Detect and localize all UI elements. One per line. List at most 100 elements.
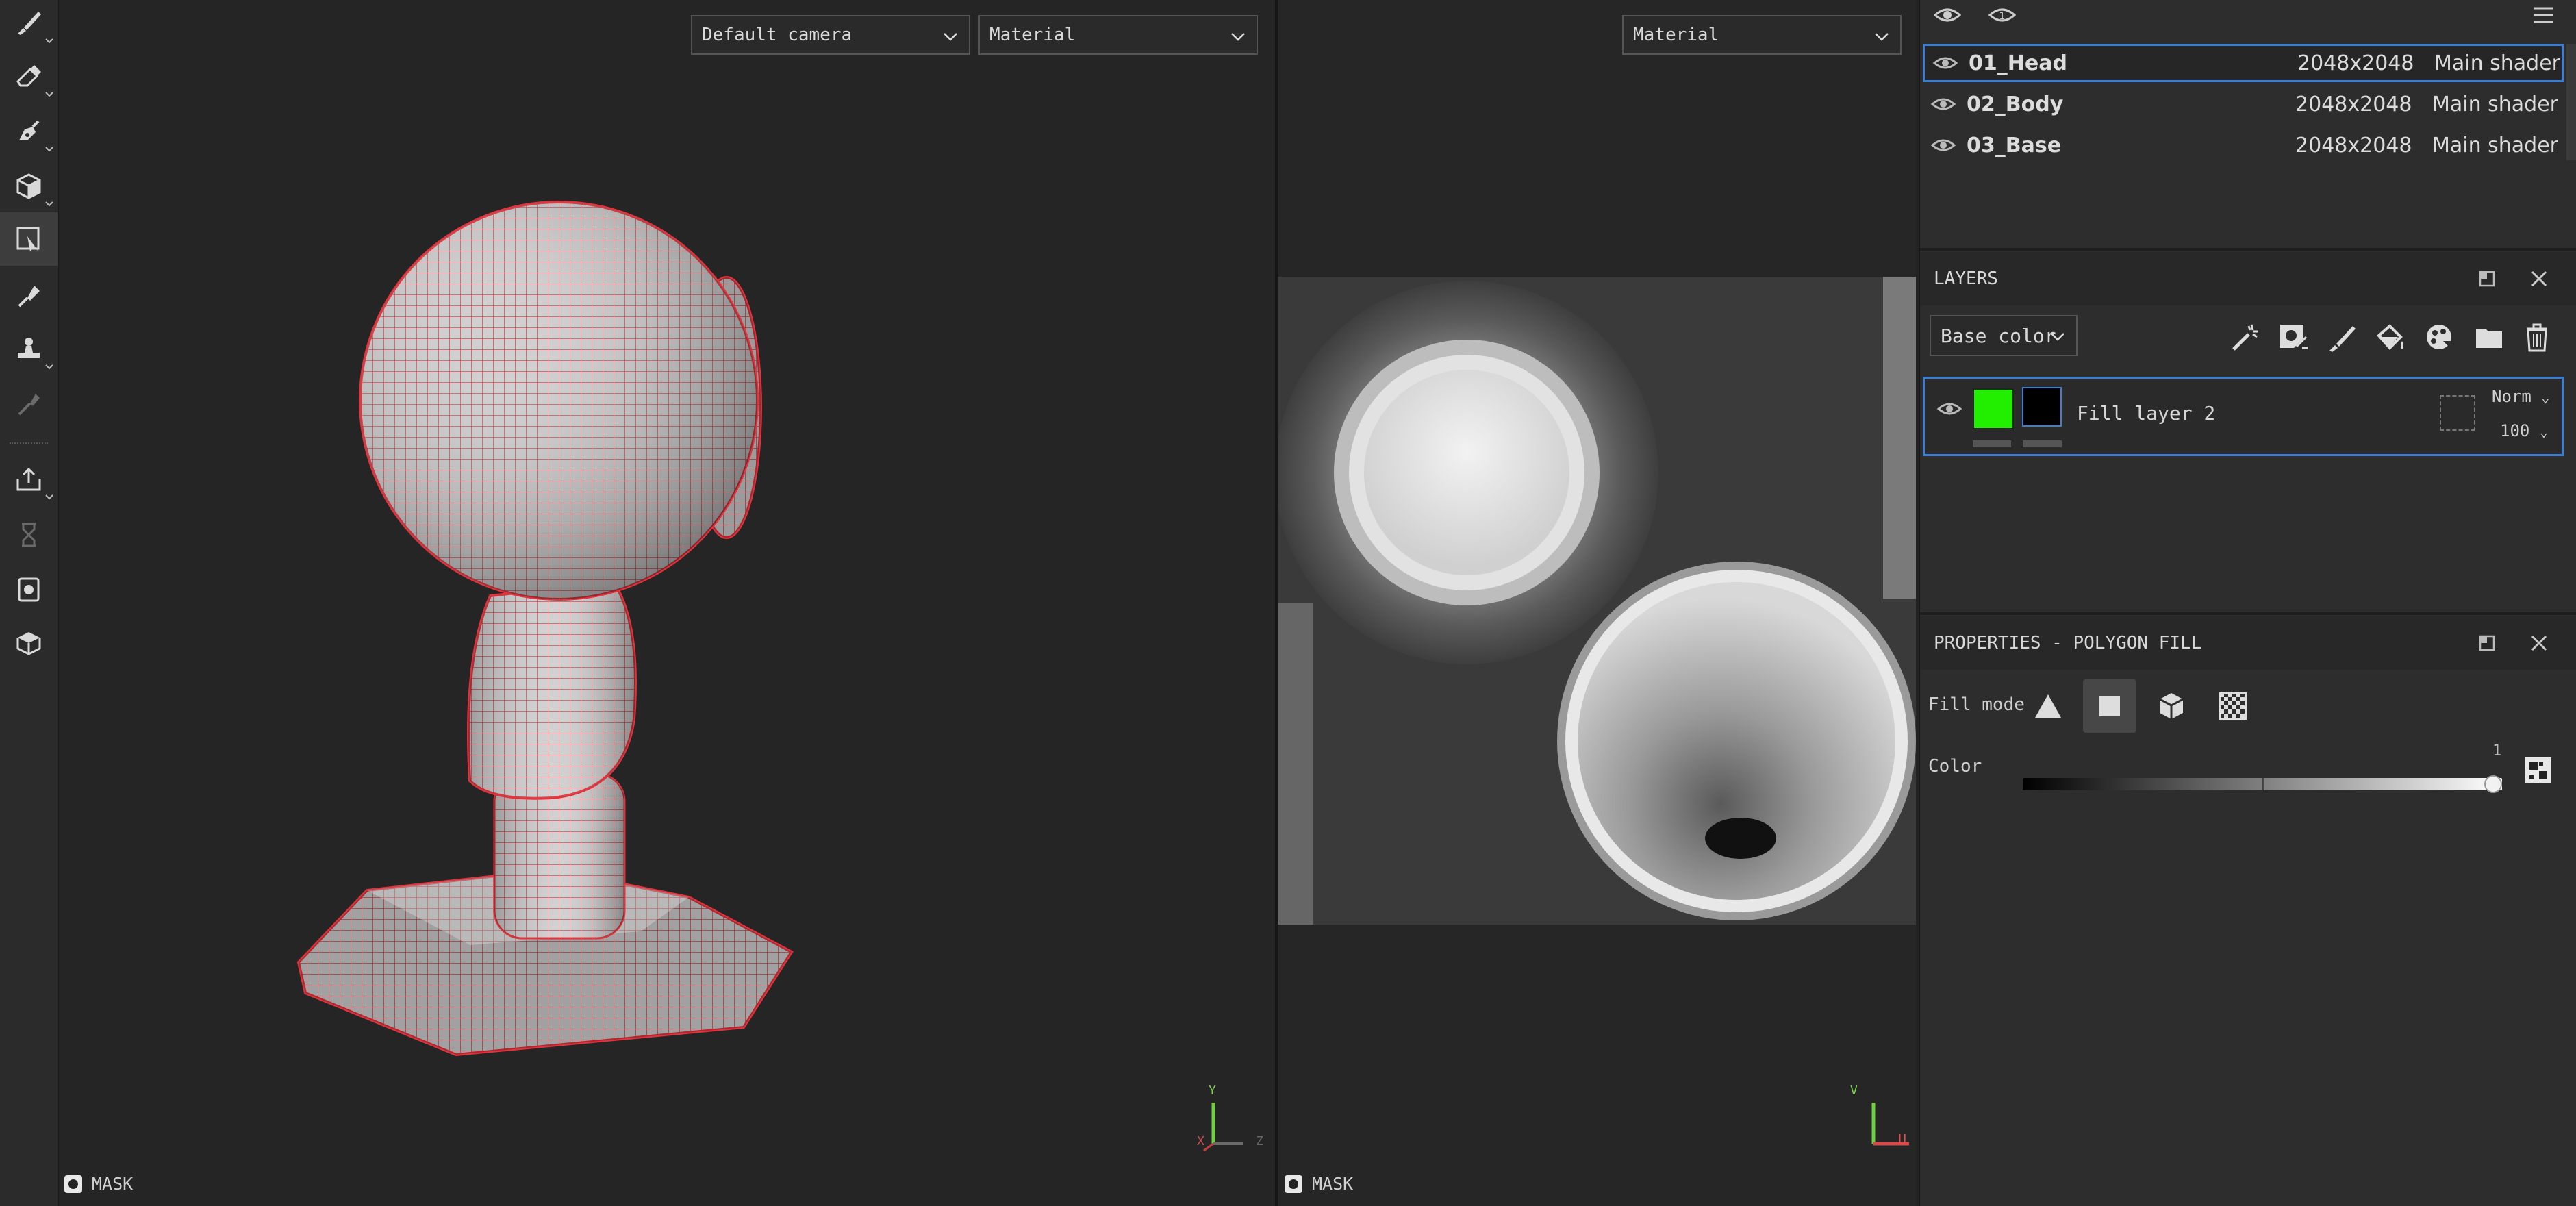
mask-toggle-3d[interactable]: MASK	[64, 1174, 133, 1194]
triangle-icon	[2035, 694, 2061, 718]
viewport-2d[interactable]: Material V U MASK	[1278, 0, 1916, 1206]
smudge-icon[interactable]	[0, 268, 58, 322]
axis-u-label: U	[1898, 1131, 1907, 1148]
add-folder-icon[interactable]	[2472, 321, 2506, 355]
blend-mode-dropdown[interactable]: Norm ⌄	[2492, 387, 2549, 406]
paint-brush-icon[interactable]	[0, 0, 58, 49]
add-effect-icon[interactable]	[2423, 321, 2457, 355]
close-icon[interactable]	[2527, 266, 2551, 291]
fill-mode-triangle-button[interactable]	[2021, 679, 2075, 733]
undock-icon[interactable]	[2475, 266, 2499, 291]
svg-text:1: 1	[1999, 11, 2006, 22]
eye-icon[interactable]	[1936, 395, 1963, 423]
viewport-2d-mode-label: Material	[1633, 25, 1719, 45]
channel-dropdown-label: Base color	[1941, 324, 2056, 347]
chevron-down-icon	[1875, 33, 1889, 41]
chevron-down-icon	[944, 33, 957, 41]
shelf-icon[interactable]	[0, 616, 58, 670]
mask-label-3d: MASK	[92, 1174, 134, 1194]
mask-label-2d: MASK	[1312, 1174, 1354, 1194]
projection-icon[interactable]	[0, 104, 58, 158]
properties-title: PROPERTIES - POLYGON FILL	[1934, 633, 2202, 653]
uv-texture-view	[1278, 277, 1916, 925]
fill-mode-label: Fill mode	[1928, 694, 2025, 715]
texture-set-resolution: 2048x2048	[2295, 133, 2412, 158]
layer-mask-thumbnail[interactable]	[2022, 387, 2062, 427]
texture-set-name: 03_Base	[1967, 133, 2062, 158]
fill-mode-uv-chunk-button[interactable]	[2206, 679, 2260, 733]
layers-title: LAYERS	[1934, 268, 1998, 289]
delete-icon[interactable]	[2520, 321, 2554, 355]
layers-header: LAYERS	[1920, 252, 2576, 305]
texture-set-row[interactable]: 03_Base 2048x2048 Main shader	[1923, 126, 2564, 164]
panel-divider	[1920, 248, 2576, 251]
layer-color-thumbnail[interactable]	[1973, 388, 2014, 429]
channel-dropdown[interactable]: Base color	[1930, 315, 2078, 356]
color-slider-handle[interactable]	[2484, 775, 2502, 793]
cube-icon	[2159, 693, 2184, 719]
panel-divider	[1920, 612, 2576, 615]
color-picker-icon[interactable]	[2524, 756, 2553, 785]
color-slider-midmark	[2262, 778, 2264, 790]
chevron-down-icon	[1231, 33, 1245, 41]
layer-mask-slot[interactable]	[2440, 395, 2475, 431]
add-paint-layer-icon[interactable]	[2325, 321, 2360, 355]
mask-toggle-2d[interactable]: MASK	[1285, 1174, 1353, 1194]
texture-set-name: 02_Body	[1967, 92, 2064, 116]
checker-icon	[2219, 692, 2247, 720]
magic-wand-icon[interactable]	[2228, 321, 2262, 355]
viewport-2d-mode-dropdown[interactable]: Material	[1622, 15, 1902, 55]
eye-icon[interactable]	[1930, 90, 1957, 118]
mask-icon	[1285, 1174, 1302, 1193]
render-icon[interactable]	[0, 563, 58, 616]
geometry-mask-icon[interactable]	[0, 159, 58, 212]
axis-x-label: X	[1197, 1134, 1204, 1148]
axis-v-label: V	[1850, 1083, 1858, 1098]
fill-mode-quad-button[interactable]	[2083, 679, 2136, 733]
add-fill-layer-icon[interactable]	[2373, 321, 2408, 355]
camera-dropdown[interactable]: Default camera	[691, 15, 970, 55]
undock-icon[interactable]	[2475, 631, 2499, 655]
eraser-icon[interactable]	[0, 49, 58, 103]
layer-row[interactable]: Fill layer 2 Norm ⌄ 100 ⌄	[1923, 377, 2564, 456]
polygon-fill-icon[interactable]	[0, 212, 58, 266]
texture-set-row[interactable]: 01_Head 2048x2048 Main shader	[1923, 44, 2564, 82]
solo-visibility-icon[interactable]: 1	[1987, 1, 2017, 29]
chevron-down-icon	[2051, 333, 2064, 341]
axis-z-label: Z	[1256, 1134, 1263, 1148]
bake-icon[interactable]	[0, 508, 58, 562]
export-icon[interactable]	[0, 452, 58, 505]
texture-set-shader: Main shader	[2432, 92, 2559, 116]
tool-bar	[0, 0, 59, 1206]
add-mask-icon[interactable]	[2276, 321, 2310, 355]
color-label: Color	[1928, 756, 1982, 777]
chevron-down-icon: ⌄	[2539, 423, 2548, 440]
eye-icon[interactable]	[1932, 49, 1959, 77]
opacity-dropdown[interactable]: 100 ⌄	[2500, 421, 2548, 440]
viewport-3d-mode-dropdown[interactable]: Material	[978, 15, 1258, 55]
texture-set-row[interactable]: 02_Body 2048x2048 Main shader	[1923, 85, 2564, 123]
texture-set-resolution: 2048x2048	[2297, 51, 2414, 75]
chevron-down-icon: ⌄	[2541, 389, 2550, 405]
toolbar-divider	[10, 442, 48, 445]
axis-gizmo-3d	[1203, 1103, 1243, 1152]
texture-set-shader: Main shader	[2434, 51, 2561, 75]
right-panel: 1 01_Head 2048x2048 Main shader 02_Body …	[1919, 0, 2576, 1206]
clone-stamp-icon[interactable]	[0, 322, 58, 375]
color-picker-icon[interactable]	[0, 377, 58, 430]
mask-icon	[64, 1174, 82, 1193]
viewport-3d[interactable]: Default camera Material Y X Z MASK	[59, 0, 1275, 1206]
visibility-all-icon[interactable]	[1932, 1, 1962, 29]
properties-header: PROPERTIES - POLYGON FILL	[1920, 616, 2576, 670]
texture-set-scrollbar[interactable]	[2566, 44, 2576, 160]
texture-set-shader: Main shader	[2432, 133, 2559, 158]
opacity-value: 100	[2500, 421, 2530, 440]
viewport-3d-mode-label: Material	[989, 25, 1076, 45]
close-icon[interactable]	[2527, 631, 2551, 655]
menu-icon[interactable]	[2529, 1, 2557, 29]
eye-icon[interactable]	[1930, 131, 1957, 159]
layer-mask-indicator	[2023, 440, 2062, 447]
camera-dropdown-label: Default camera	[702, 25, 853, 45]
texture-set-name: 01_Head	[1969, 51, 2067, 75]
fill-mode-object-button[interactable]	[2145, 679, 2198, 733]
